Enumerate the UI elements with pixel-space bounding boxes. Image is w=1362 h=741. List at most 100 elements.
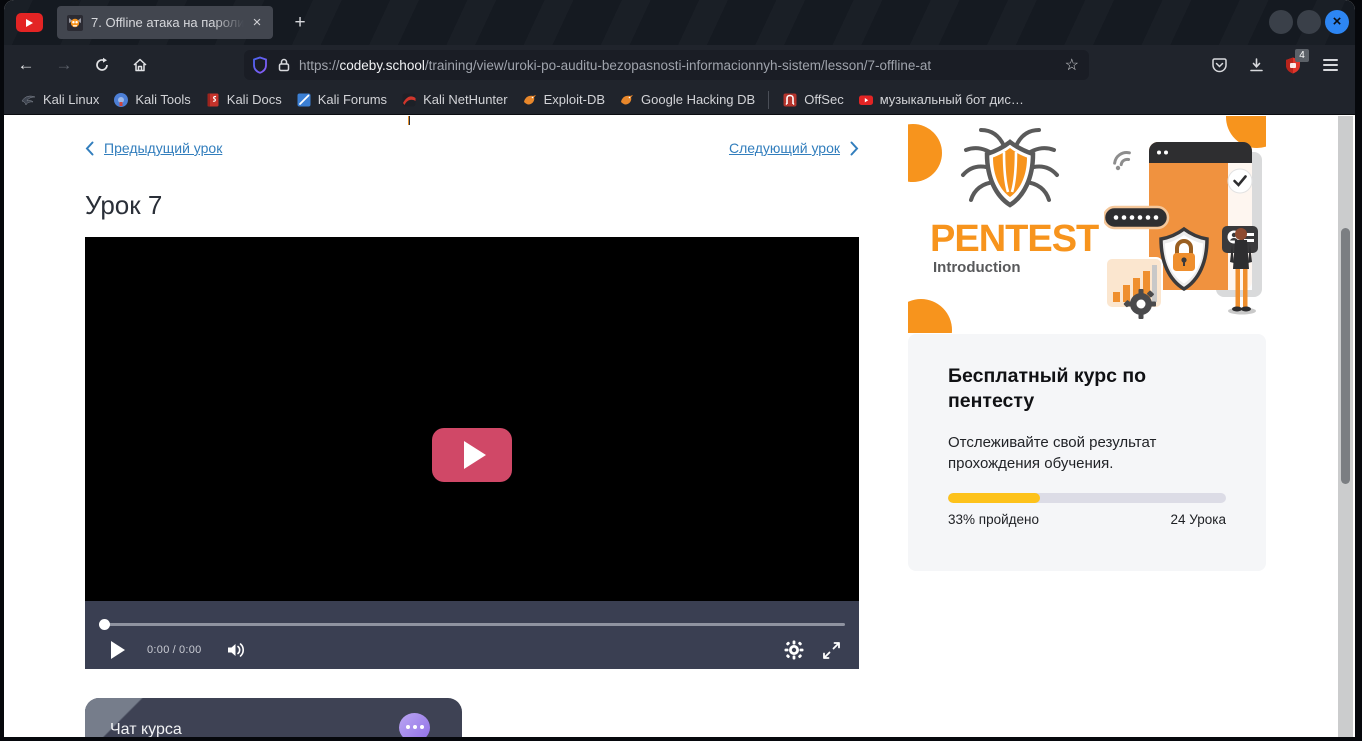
video-player: 0:00/0:00 — [85, 237, 859, 669]
new-tab-button[interactable]: + — [287, 10, 313, 36]
browser-chrome: 7. Offline атака на пароли × + × ← → — [4, 0, 1355, 737]
bookmark-google-hacking-db[interactable]: Google Hacking DB — [612, 89, 762, 111]
youtube-icon[interactable] — [16, 13, 43, 32]
chat-title: Чат курса — [110, 721, 182, 737]
video-controls: 0:00/0:00 — [85, 601, 859, 669]
home-icon — [132, 57, 148, 73]
next-lesson[interactable]: Следующий урок — [729, 140, 859, 156]
banner-orange-circle — [908, 124, 942, 182]
lock-icon[interactable] — [277, 57, 291, 73]
banner-subtitle: Introduction — [933, 259, 1020, 276]
security-illustration — [1104, 134, 1264, 319]
bookmark-music-bot[interactable]: музыкальный бот дис… — [851, 89, 1031, 111]
seek-bar[interactable] — [99, 619, 845, 630]
address-bar[interactable]: https://codeby.school/training/view/urok… — [244, 50, 1089, 80]
back-button[interactable]: ← — [10, 51, 42, 79]
bookmark-offsec[interactable]: OffSec — [775, 89, 851, 111]
current-time: 0:00 — [147, 644, 170, 656]
course-card-description: Отслеживайте свой результат прохождения … — [948, 432, 1228, 474]
play-glyph — [26, 19, 33, 27]
close-button[interactable]: × — [1325, 10, 1349, 34]
adblock-extension-button[interactable]: 4 — [1278, 51, 1308, 79]
chat-dots — [399, 725, 430, 729]
extension-badge: 4 — [1295, 49, 1309, 62]
maximize-button[interactable] — [1297, 10, 1321, 34]
downloads-button[interactable] — [1241, 51, 1271, 79]
pocket-button[interactable] — [1204, 51, 1234, 79]
url-host: codeby.school — [340, 58, 425, 73]
bookmark-kali-tools[interactable]: Kali Tools — [106, 89, 197, 111]
forward-button[interactable]: → — [48, 51, 80, 79]
kali-tools-icon — [113, 92, 129, 108]
bookmark-kali-nethunter[interactable]: Kali NetHunter — [394, 89, 515, 111]
next-lesson-link[interactable]: Следующий урок — [729, 140, 840, 156]
course-progress-bar — [948, 493, 1226, 503]
url-scheme: https:// — [299, 58, 340, 73]
progress-percent-label: 33% пройдено — [948, 512, 1039, 527]
controls-row: 0:00/0:00 — [85, 631, 859, 669]
play-control-button[interactable] — [111, 641, 125, 659]
download-icon — [1248, 57, 1265, 74]
tracking-protection-shield-icon[interactable] — [252, 56, 268, 74]
fullscreen-button[interactable] — [822, 641, 841, 660]
play-icon — [464, 441, 486, 469]
course-banner: PENTEST Introduction — [908, 116, 1266, 333]
seek-track[interactable] — [99, 623, 845, 626]
page-content: Предыдущий урок Следующий урок Урок 7 — [4, 116, 1355, 737]
lesson-title: Урок 7 — [85, 190, 162, 221]
home-button[interactable] — [124, 51, 156, 79]
exploit-db-bird-icon — [522, 92, 538, 108]
pentest-spider-logo — [948, 120, 1073, 232]
hamburger-icon — [1323, 59, 1338, 71]
prev-lesson[interactable]: Предыдущий урок — [85, 140, 222, 156]
toolbar-right: 4 — [1204, 51, 1345, 79]
bookmarks-separator — [768, 91, 769, 109]
youtube-icon — [858, 92, 874, 108]
prev-lesson-link[interactable]: Предыдущий урок — [104, 140, 222, 156]
reload-button[interactable] — [86, 51, 118, 79]
codeby-owl-icon — [67, 15, 83, 31]
tab-title: 7. Offline атака на пароли — [91, 15, 247, 30]
volume-button[interactable] — [226, 641, 247, 659]
settings-gear-button[interactable] — [784, 640, 804, 660]
banner-orange-circle — [908, 299, 952, 333]
active-tab[interactable]: 7. Offline атака на пароли × — [57, 6, 273, 39]
bookmark-kali-docs[interactable]: Kali Docs — [198, 89, 289, 111]
titlebar: 7. Offline атака на пароли × + × — [4, 0, 1355, 45]
url-text[interactable]: https://codeby.school/training/view/urok… — [299, 58, 1059, 73]
bookmark-kali-forums[interactable]: Kali Forums — [289, 89, 394, 111]
video-screen[interactable] — [85, 237, 859, 601]
video-play-button[interactable] — [432, 428, 512, 482]
tab-close-icon[interactable]: × — [247, 13, 267, 33]
bookmark-exploit-db[interactable]: Exploit-DB — [515, 89, 612, 111]
time-display: 0:00/0:00 — [147, 644, 202, 656]
bookmark-kali-linux[interactable]: Kali Linux — [14, 89, 106, 111]
scrollbar-thumb[interactable] — [1341, 228, 1350, 484]
offsec-icon — [782, 92, 798, 108]
time-separator: / — [173, 644, 176, 656]
seek-thumb[interactable] — [99, 619, 110, 630]
page-scrollbar[interactable] — [1338, 116, 1353, 737]
controls-right — [784, 640, 841, 660]
url-path: /training/view/uroki-po-auditu-bezopasno… — [425, 58, 931, 73]
clipped-heading-fragment — [408, 116, 410, 125]
ghdb-bird-icon — [619, 92, 635, 108]
chat-bubble-icon[interactable] — [399, 713, 430, 737]
chevron-left-icon — [85, 141, 94, 156]
chevron-right-icon — [850, 141, 859, 156]
minimize-button[interactable] — [1269, 10, 1293, 34]
course-card-title: Бесплатный курс по пентесту — [948, 364, 1228, 414]
nav-toolbar: ← → https://codeby.school/training/ — [4, 45, 1355, 85]
course-progress-card: Бесплатный курс по пентесту Отслеживайте… — [908, 334, 1266, 571]
course-chat-widget[interactable]: Чат курса — [85, 698, 462, 737]
kali-dragon-icon — [21, 92, 37, 108]
bookmark-star-icon[interactable]: ☆ — [1065, 55, 1079, 75]
course-progress-labels: 33% пройдено 24 Урока — [948, 512, 1226, 527]
menu-button[interactable] — [1315, 51, 1345, 79]
course-progress-fill — [948, 493, 1040, 503]
pocket-icon — [1211, 57, 1228, 74]
kali-nethunter-icon — [401, 92, 417, 108]
kali-docs-icon — [205, 92, 221, 108]
lessons-count-label: 24 Урока — [1171, 512, 1226, 527]
browser-window: 7. Offline атака на пароли × + × ← → — [0, 0, 1362, 741]
